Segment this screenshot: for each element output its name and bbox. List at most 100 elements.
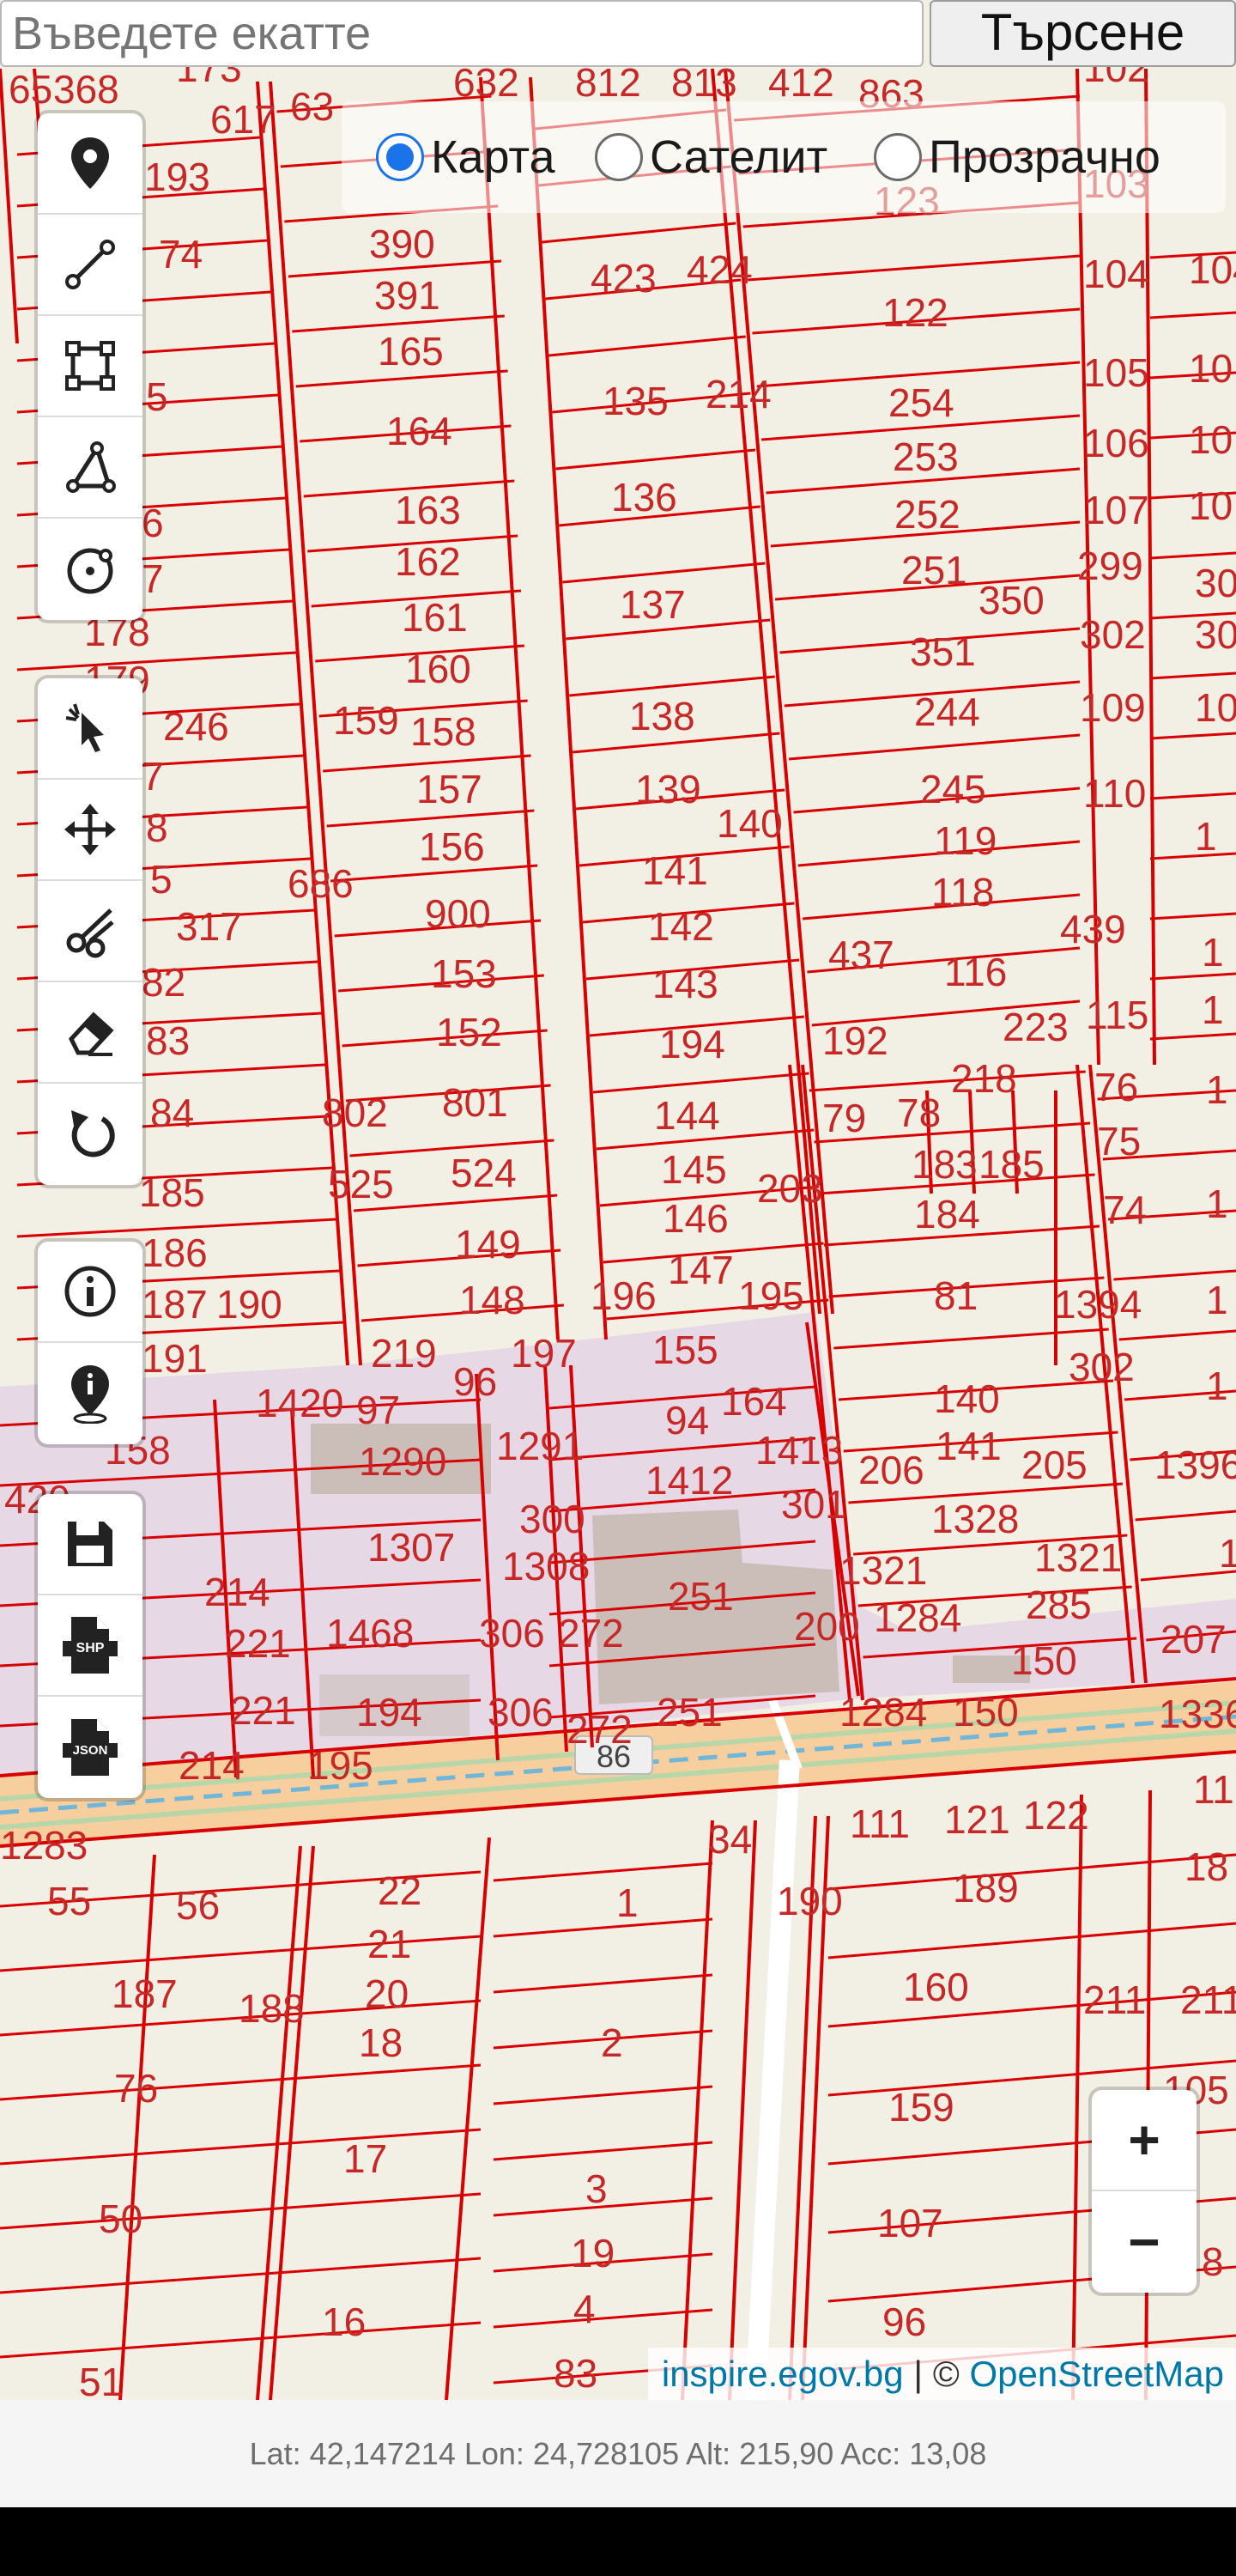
draw-rectangle-button[interactable] [38, 316, 142, 417]
parcel-number[interactable]: 193 [144, 155, 210, 199]
parcel-number[interactable]: 439 [1060, 907, 1126, 951]
parcel-number[interactable]: 194 [659, 1022, 725, 1066]
parcel-number[interactable]: 159 [333, 698, 399, 743]
parcel-number[interactable]: 110 [1083, 771, 1146, 816]
parcel-number[interactable]: 253 [893, 434, 959, 479]
save-button[interactable] [38, 1494, 142, 1595]
select-button[interactable] [38, 678, 142, 780]
parcel-number[interactable]: 211 [1180, 1978, 1236, 2022]
parcel-number[interactable]: 96 [882, 2300, 926, 2344]
parcel-number[interactable]: 1283 [0, 1823, 88, 1868]
export-shp-button[interactable]: SHP [38, 1595, 142, 1697]
draw-line-button[interactable] [38, 215, 142, 316]
parcel-number[interactable]: 1328 [931, 1497, 1019, 1541]
parcel-number[interactable]: 10 [1189, 417, 1233, 462]
parcel-number[interactable]: 160 [405, 647, 471, 691]
parcel-number[interactable]: 138 [629, 694, 695, 738]
parcel-number[interactable]: 145 [661, 1147, 727, 1192]
parcel-number[interactable]: 5 [146, 374, 168, 419]
move-button[interactable] [38, 780, 142, 881]
parcel-number[interactable]: 189 [953, 1866, 1019, 1911]
parcel-number[interactable]: 244 [914, 690, 980, 734]
parcel-number[interactable]: 146 [663, 1196, 729, 1241]
export-json-button[interactable]: JSON [38, 1697, 142, 1798]
parcel-number[interactable]: 1413 [755, 1428, 843, 1473]
parcel-number[interactable]: 140 [717, 801, 783, 846]
parcel-number[interactable]: 187 [142, 1282, 208, 1327]
parcel-number[interactable]: 1420 [256, 1381, 343, 1425]
parcel-number[interactable]: 51 [79, 2360, 123, 2400]
parcel-number[interactable]: 252 [894, 492, 960, 537]
parcel-number[interactable]: 34 [708, 1817, 752, 1862]
radio-transparent[interactable] [874, 133, 922, 181]
parcel-number[interactable]: 285 [1026, 1583, 1092, 1627]
parcel-number[interactable]: 200 [794, 1604, 860, 1649]
parcel-number[interactable]: 802 [322, 1091, 388, 1135]
parcel-number[interactable]: 75 [1097, 1119, 1141, 1163]
parcel-number[interactable]: 207 [1160, 1617, 1227, 1662]
cut-button[interactable] [38, 881, 142, 982]
parcel-number[interactable]: 83 [146, 1018, 190, 1063]
parcel-number[interactable]: 83 [554, 2351, 597, 2396]
parcel-number[interactable]: 107 [1083, 488, 1149, 532]
parcel-number[interactable]: 8 [146, 805, 168, 850]
parcel-number[interactable]: 157 [416, 767, 482, 811]
parcel-number[interactable]: 84 [150, 1091, 194, 1135]
parcel-number[interactable]: 136 [611, 475, 677, 519]
parcel-number[interactable]: 524 [451, 1151, 517, 1195]
parcel-number[interactable]: 1 [1202, 930, 1224, 975]
parcel-number[interactable]: 302 [1080, 612, 1146, 657]
parcel-number[interactable]: 143 [652, 962, 718, 1006]
parcel-number[interactable]: 1394 [1054, 1282, 1142, 1327]
parcel-number[interactable]: 801 [442, 1080, 508, 1125]
parcel-number[interactable]: 391 [374, 273, 440, 318]
parcel-number[interactable]: 122 [1023, 1793, 1089, 1838]
parcel-number[interactable]: 78 [897, 1091, 941, 1135]
parcel-number[interactable]: 301 [781, 1482, 847, 1527]
parcel-number[interactable]: 191 [142, 1336, 208, 1381]
parcel-number[interactable]: 195 [738, 1273, 804, 1318]
parcel-number[interactable]: 140 [934, 1376, 1000, 1421]
parcel-number[interactable]: 187 [112, 1971, 178, 2016]
parcel-number[interactable]: 150 [1011, 1638, 1077, 1683]
parcel-number[interactable]: 221 [225, 1621, 291, 1666]
parcel-number[interactable]: 1321 [1034, 1535, 1122, 1580]
parcel-number[interactable]: 1 [1206, 1278, 1228, 1322]
parcel-number[interactable]: 317 [176, 904, 242, 949]
parcel-number[interactable]: 197 [511, 1331, 577, 1376]
erase-button[interactable] [38, 982, 142, 1084]
parcel-number[interactable]: 1412 [645, 1458, 733, 1503]
parcel-number[interactable]: 104 [1083, 252, 1149, 296]
parcel-number[interactable]: 74 [1103, 1188, 1147, 1232]
parcel-number[interactable]: 22 [378, 1868, 421, 1913]
parcel-number[interactable]: 218 [951, 1056, 1017, 1101]
parcel-number[interactable]: 137 [620, 582, 686, 627]
parcel-number[interactable]: 97 [356, 1388, 400, 1432]
parcel-number[interactable]: 306 [479, 1611, 545, 1656]
layer-option-satellite[interactable]: Сателит [595, 127, 827, 187]
parcel-number[interactable]: 437 [828, 933, 894, 977]
parcel-number[interactable]: 105 [1083, 350, 1149, 395]
parcel-number[interactable]: 104 [1189, 247, 1236, 292]
parcel-number[interactable]: 94 [665, 1398, 709, 1443]
parcel-number[interactable]: 1 [1195, 814, 1217, 859]
parcel-number[interactable]: 214 [204, 1570, 270, 1614]
parcel-number[interactable]: 76 [1094, 1065, 1138, 1109]
parcel-number[interactable]: 153 [431, 951, 497, 996]
parcel-number[interactable]: 10 [1189, 346, 1233, 391]
parcel-number[interactable]: 122 [882, 290, 948, 335]
parcel-number[interactable]: 1 [1206, 1067, 1228, 1112]
parcel-number[interactable]: 221 [230, 1688, 296, 1733]
parcel-number[interactable]: 17 [343, 2136, 387, 2181]
parcel-number[interactable]: 135 [603, 379, 669, 423]
osm-link[interactable]: OpenStreetMap [969, 2354, 1224, 2394]
parcel-number[interactable]: 251 [668, 1574, 734, 1619]
info-button[interactable] [38, 1242, 142, 1343]
parcel-number[interactable]: 1321 [839, 1548, 927, 1593]
parcel-number[interactable]: 158 [410, 709, 476, 754]
parcel-number[interactable]: 251 [901, 548, 967, 592]
parcel-number[interactable]: 214 [706, 372, 772, 416]
parcel-number[interactable]: 11 [1193, 1767, 1234, 1812]
parcel-number[interactable]: 18 [359, 2020, 403, 2065]
parcel-number[interactable]: 74 [159, 232, 203, 276]
